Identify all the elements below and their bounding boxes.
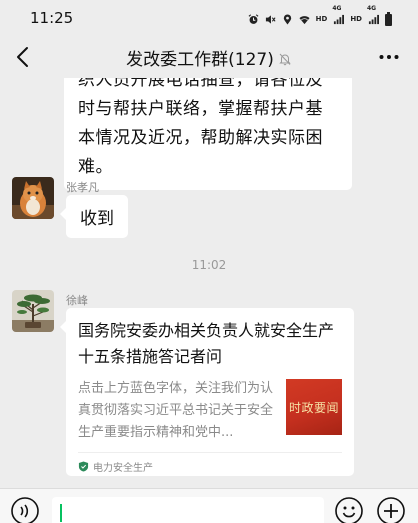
message-bubble[interactable]: 收到 bbox=[60, 195, 128, 238]
card-divider bbox=[78, 452, 342, 453]
card-description: 点击上方蓝色字体，关注我们为认真贯彻落实习近平总书记关于安全生产重要指示精神和党… bbox=[78, 381, 274, 440]
signal-icon: 4G bbox=[332, 5, 345, 29]
battery-icon bbox=[385, 11, 392, 26]
chat-header: 发改委工作群(127) bbox=[0, 36, 418, 78]
mute-icon bbox=[265, 10, 276, 29]
signal-icon: 4G bbox=[367, 5, 379, 29]
message-bubble[interactable]: 织人员开展电话抽查，请各位及时与帮扶户联络，掌握帮扶户基本情况及近况，帮助解决实… bbox=[64, 78, 352, 190]
avatar[interactable] bbox=[12, 290, 54, 332]
plus-icon bbox=[377, 497, 405, 523]
network-label-1: HD bbox=[315, 15, 328, 23]
mute-bell-icon bbox=[278, 51, 292, 66]
thumbnail-text: 时政要闻 bbox=[288, 400, 339, 415]
plus-button[interactable] bbox=[376, 496, 406, 523]
message-input[interactable] bbox=[52, 497, 324, 523]
time-separator: 11:02 bbox=[191, 258, 227, 272]
card-title: 国务院安委办相关负责人就安全生产十五条措施答记者问 bbox=[78, 321, 335, 366]
more-button[interactable] bbox=[378, 46, 400, 68]
card-source: 电力安全生产 bbox=[78, 459, 153, 474]
location-icon bbox=[282, 10, 293, 29]
avatar[interactable] bbox=[12, 177, 54, 219]
generation-label-2: 4G bbox=[367, 5, 377, 12]
cat-avatar-icon bbox=[12, 177, 54, 219]
alarm-icon bbox=[248, 10, 259, 29]
sender-name: 张孝凡 bbox=[66, 181, 99, 194]
emoji-button[interactable] bbox=[334, 496, 364, 523]
status-time: 11:25 bbox=[30, 9, 74, 27]
status-icons: HD 4G HD 4G bbox=[248, 5, 392, 29]
input-bar bbox=[0, 488, 418, 523]
generation-label-1: 4G bbox=[332, 5, 342, 12]
group-name: 发改委工作群(127) bbox=[126, 50, 274, 70]
plant-avatar-icon bbox=[12, 290, 54, 332]
message-list[interactable]: 织人员开展电话抽查，请各位及时与帮扶户联络，掌握帮扶户基本情况及近况，帮助解决实… bbox=[0, 78, 418, 488]
group-title: 发改委工作群(127) bbox=[0, 45, 418, 70]
voice-button[interactable] bbox=[10, 496, 40, 523]
message-text: 收到 bbox=[80, 209, 114, 229]
message-text: 织人员开展电话抽查，请各位及时与帮扶户联络，掌握帮扶户基本情况及近况，帮助解决实… bbox=[78, 78, 323, 177]
source-name: 电力安全生产 bbox=[93, 463, 153, 474]
sender-name: 徐峰 bbox=[66, 294, 88, 307]
more-dots-icon bbox=[379, 55, 399, 59]
status-bar: 11:25 HD 4G HD 4G bbox=[0, 0, 418, 36]
voice-icon bbox=[11, 497, 39, 523]
emoji-icon bbox=[335, 497, 363, 523]
text-caret bbox=[60, 504, 62, 522]
link-card[interactable]: 国务院安委办相关负责人就安全生产十五条措施答记者问 点击上方蓝色字体，关注我们为… bbox=[60, 308, 354, 476]
source-shield-icon bbox=[78, 461, 89, 472]
card-thumbnail: 时政要闻 bbox=[286, 379, 342, 435]
wifi-icon bbox=[299, 10, 310, 29]
network-label-2: HD bbox=[350, 15, 362, 23]
